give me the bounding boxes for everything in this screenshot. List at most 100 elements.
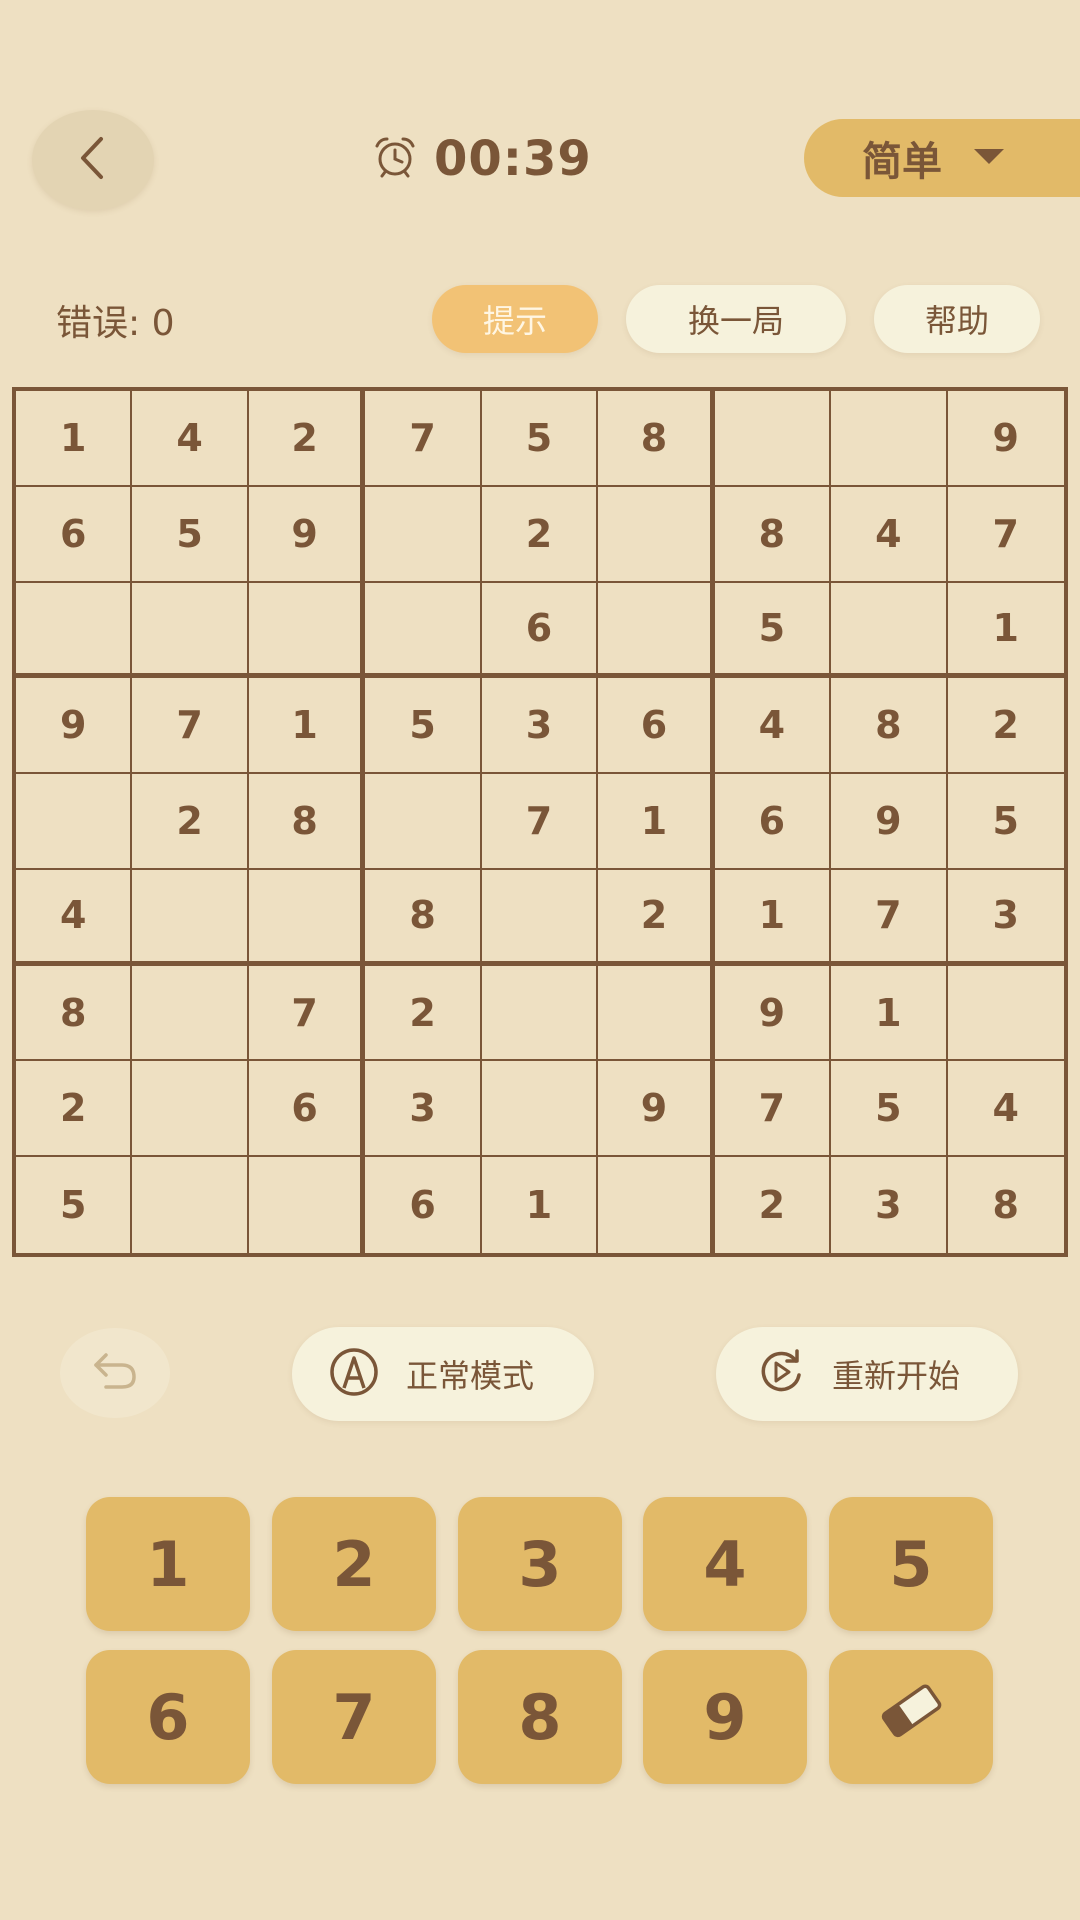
sudoku-cell-r9-c6[interactable] (598, 1157, 715, 1253)
sudoku-cell-r3-c9[interactable]: 1 (947, 583, 1064, 679)
sudoku-cell-r5-c6[interactable]: 1 (598, 774, 715, 870)
sudoku-cell-r7-c4[interactable]: 2 (365, 965, 482, 1062)
sudoku-cell-r3-c1[interactable] (16, 582, 133, 679)
sudoku-cell-r6-c8[interactable]: 7 (831, 869, 948, 966)
sudoku-cell-r8-c5[interactable] (481, 1061, 599, 1158)
sudoku-cell-r6-c9[interactable]: 3 (947, 870, 1064, 966)
sudoku-cell-r7-c9[interactable] (947, 966, 1064, 1062)
sudoku-cell-r5-c2[interactable]: 2 (132, 774, 249, 870)
keypad-key-8[interactable]: 8 (458, 1650, 622, 1784)
sudoku-cell-r5-c8[interactable]: 9 (831, 774, 948, 870)
keypad-key-6[interactable]: 6 (86, 1650, 250, 1784)
sudoku-cell-r2-c9[interactable]: 7 (947, 487, 1064, 583)
back-button[interactable] (32, 110, 154, 210)
sudoku-cell-r2-c4[interactable] (365, 486, 482, 583)
mode-toggle-button[interactable]: 正常模式 (292, 1327, 594, 1421)
sudoku-cell-r9-c8[interactable]: 3 (831, 1157, 948, 1253)
sudoku-cell-r7-c1[interactable]: 8 (16, 965, 133, 1062)
sudoku-cell-r1-c2[interactable]: 4 (132, 391, 249, 487)
keypad-key-7[interactable]: 7 (272, 1650, 436, 1784)
sudoku-cell-r9-c3[interactable] (249, 1157, 366, 1253)
sudoku-cell-r2-c7[interactable]: 8 (714, 486, 832, 583)
difficulty-dropdown[interactable]: 简单 (804, 119, 1080, 197)
sudoku-cell-r9-c4[interactable]: 6 (365, 1157, 482, 1253)
erase-button[interactable] (829, 1650, 993, 1784)
sudoku-cell-r2-c2[interactable]: 5 (132, 486, 249, 583)
sudoku-cell-r8-c9[interactable]: 4 (947, 1061, 1064, 1158)
sudoku-cell-r4-c2[interactable]: 7 (132, 678, 249, 775)
keypad-key-5[interactable]: 5 (829, 1497, 993, 1631)
keypad-key-3[interactable]: 3 (458, 1497, 622, 1631)
sudoku-cell-r1-c3[interactable]: 2 (248, 391, 366, 487)
hint-button[interactable]: 提示 (432, 285, 598, 353)
sudoku-cell-r9-c1[interactable]: 5 (16, 1157, 133, 1253)
sudoku-cell-r4-c6[interactable]: 6 (598, 678, 715, 775)
sudoku-cell-r6-c1[interactable]: 4 (16, 869, 133, 966)
sudoku-cell-r6-c3[interactable] (248, 869, 366, 966)
sudoku-cell-r7-c2[interactable] (132, 965, 249, 1062)
sudoku-cell-r8-c7[interactable]: 7 (714, 1061, 832, 1158)
sudoku-cell-r6-c6[interactable]: 2 (598, 869, 715, 966)
sudoku-cell-r1-c9[interactable]: 9 (947, 391, 1064, 487)
sudoku-cell-r4-c4[interactable]: 5 (365, 678, 482, 775)
sudoku-cell-r1-c6[interactable]: 8 (598, 391, 715, 487)
sudoku-cell-r2-c3[interactable]: 9 (248, 486, 366, 583)
sudoku-cell-r8-c1[interactable]: 2 (16, 1061, 133, 1158)
sudoku-cell-r4-c3[interactable]: 1 (248, 678, 366, 775)
sudoku-cell-r5-c3[interactable]: 8 (248, 774, 366, 870)
keypad-key-1[interactable]: 1 (86, 1497, 250, 1631)
sudoku-cell-r3-c6[interactable] (598, 582, 715, 679)
sudoku-cell-r8-c8[interactable]: 5 (831, 1061, 948, 1158)
undo-button[interactable] (60, 1328, 170, 1418)
sudoku-cell-r3-c2[interactable] (132, 582, 249, 679)
sudoku-cell-r7-c5[interactable] (481, 965, 599, 1062)
sudoku-cell-r6-c7[interactable]: 1 (714, 869, 832, 966)
sudoku-cell-r7-c3[interactable]: 7 (248, 965, 366, 1062)
sudoku-cell-r4-c1[interactable]: 9 (16, 678, 133, 775)
sudoku-cell-r2-c8[interactable]: 4 (831, 486, 948, 583)
sudoku-cell-r2-c6[interactable] (598, 486, 715, 583)
sudoku-cell-r7-c8[interactable]: 1 (831, 965, 948, 1062)
sudoku-cell-r8-c6[interactable]: 9 (598, 1061, 715, 1158)
sudoku-cell-r2-c5[interactable]: 2 (481, 486, 599, 583)
sudoku-cell-r3-c7[interactable]: 5 (714, 582, 832, 679)
sudoku-cell-r9-c9[interactable]: 8 (948, 1157, 1064, 1253)
sudoku-cell-r7-c7[interactable]: 9 (714, 965, 832, 1062)
sudoku-cell-r5-c5[interactable]: 7 (481, 774, 599, 870)
new-game-button[interactable]: 换一局 (626, 285, 846, 353)
sudoku-cell-r5-c9[interactable]: 5 (947, 774, 1064, 870)
sudoku-cell-r1-c4[interactable]: 7 (365, 391, 482, 487)
keypad-key-4[interactable]: 4 (643, 1497, 807, 1631)
sudoku-cell-r1-c1[interactable]: 1 (16, 391, 133, 487)
sudoku-cell-r8-c3[interactable]: 6 (248, 1061, 366, 1158)
sudoku-cell-r3-c5[interactable]: 6 (481, 582, 599, 679)
sudoku-cell-r5-c4[interactable] (365, 774, 482, 870)
sudoku-cell-r6-c5[interactable] (481, 869, 599, 966)
sudoku-cell-r4-c7[interactable]: 4 (714, 678, 832, 775)
sudoku-cell-r9-c2[interactable] (132, 1157, 249, 1253)
help-button[interactable]: 帮助 (874, 285, 1040, 353)
sudoku-cell-r7-c6[interactable] (598, 965, 715, 1062)
sudoku-cell-r1-c7[interactable] (714, 391, 832, 487)
keypad-key-2[interactable]: 2 (272, 1497, 436, 1631)
sudoku-cell-r2-c1[interactable]: 6 (16, 486, 133, 583)
sudoku-cell-r6-c2[interactable] (132, 869, 249, 966)
sudoku-cell-r4-c8[interactable]: 8 (831, 678, 948, 775)
sudoku-cell-r3-c3[interactable] (248, 582, 366, 679)
sudoku-cell-r4-c5[interactable]: 3 (481, 678, 599, 775)
sudoku-cell-r9-c5[interactable]: 1 (482, 1157, 599, 1253)
restart-button[interactable]: 重新开始 (716, 1327, 1018, 1421)
sudoku-cell-r8-c2[interactable] (132, 1061, 249, 1158)
keypad-key-9[interactable]: 9 (643, 1650, 807, 1784)
sudoku-cell-r5-c7[interactable]: 6 (714, 774, 832, 870)
sudoku-cell-r8-c4[interactable]: 3 (365, 1061, 482, 1158)
mode-label: 正常模式 (406, 1357, 535, 1395)
sudoku-cell-r5-c1[interactable] (16, 774, 133, 870)
sudoku-cell-r9-c7[interactable]: 2 (715, 1157, 832, 1253)
sudoku-cell-r1-c8[interactable] (831, 391, 948, 487)
sudoku-cell-r3-c8[interactable] (831, 582, 948, 679)
sudoku-cell-r1-c5[interactable]: 5 (481, 391, 599, 487)
sudoku-cell-r4-c9[interactable]: 2 (947, 678, 1064, 775)
sudoku-cell-r3-c4[interactable] (365, 582, 482, 679)
sudoku-cell-r6-c4[interactable]: 8 (365, 869, 482, 966)
